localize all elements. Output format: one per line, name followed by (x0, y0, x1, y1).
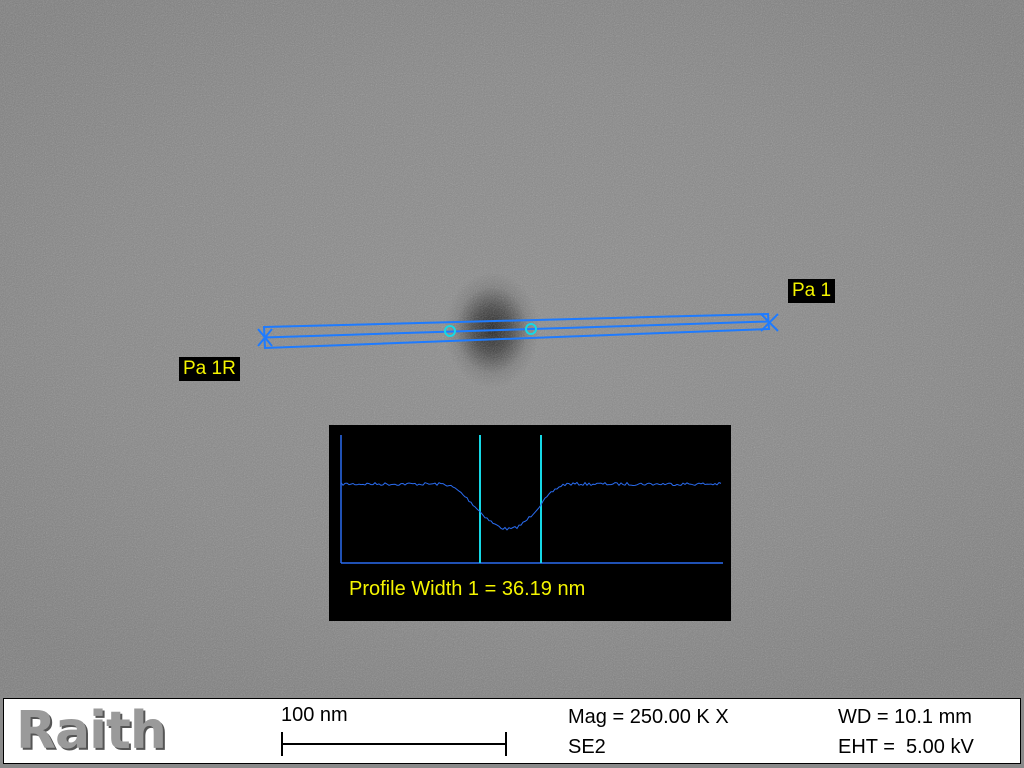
raith-logo: Raith (16, 701, 167, 761)
scale-bar-tick-right (505, 732, 507, 756)
info-bar: Raith 100 nm Mag = 250.00 K X SE2 WD = 1… (0, 696, 1024, 768)
scale-bar-line (281, 743, 507, 745)
profile-axes (340, 435, 723, 564)
sem-micrograph: Pa 1 Pa 1R Profile Width 1 = 36.19 nm (0, 0, 1024, 696)
measurement-center-line (263, 320, 769, 339)
beam-voltage-value: EHT = 5.00 kV (838, 736, 974, 758)
measurement-label-start: Pa 1R (179, 357, 240, 381)
profile-trace (340, 481, 722, 531)
profile-width-readout: Profile Width 1 = 36.19 nm (349, 578, 586, 600)
measurement-line-band[interactable] (262, 312, 771, 350)
detector-value: SE2 (568, 736, 606, 758)
scale-bar-label: 100 nm (281, 704, 348, 726)
profile-panel: Profile Width 1 = 36.19 nm (329, 425, 731, 621)
scale-bar-tick-left (281, 732, 283, 756)
magnification-value: Mag = 250.00 K X (568, 706, 729, 728)
measurement-band-outline (262, 312, 771, 350)
working-distance-value: WD = 10.1 mm (838, 706, 972, 728)
info-panel: Raith 100 nm Mag = 250.00 K X SE2 WD = 1… (3, 698, 1021, 764)
measurement-label-end: Pa 1 (788, 279, 836, 303)
